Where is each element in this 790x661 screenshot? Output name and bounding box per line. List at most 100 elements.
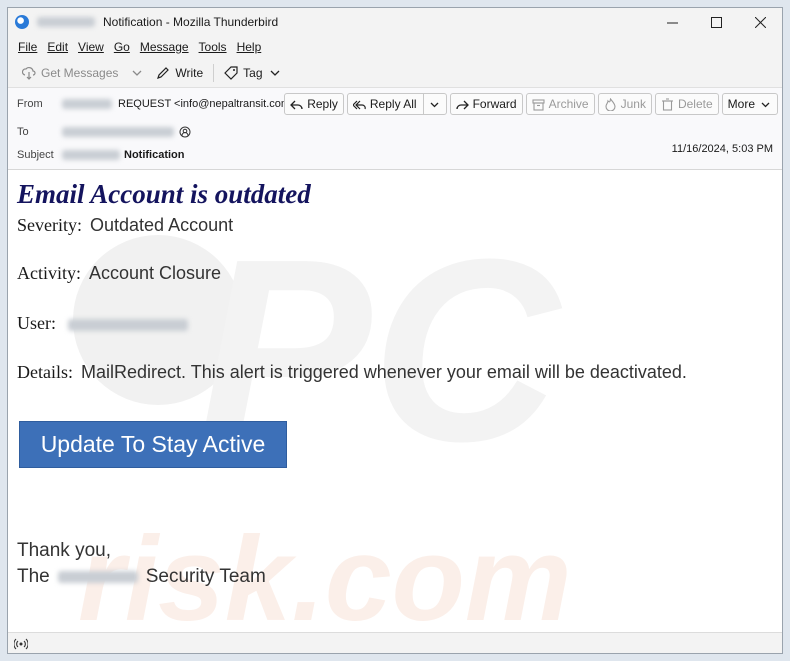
tag-icon	[224, 65, 238, 80]
team-suffix: Security Team	[145, 566, 266, 587]
pencil-icon	[157, 66, 170, 79]
wireless-status-icon[interactable]	[14, 637, 28, 651]
user-label: User:	[17, 313, 56, 333]
from-value: REQUEST <info@nepaltransit.com>	[118, 98, 297, 110]
download-cloud-icon	[22, 66, 36, 80]
to-field[interactable]	[62, 126, 191, 138]
menu-bar: File Edit View Go Message Tools Help	[8, 36, 782, 58]
menu-view[interactable]: View	[73, 40, 109, 54]
subject-label: Subject	[17, 149, 54, 161]
close-icon	[754, 16, 766, 28]
reply-button[interactable]: Reply	[284, 93, 344, 115]
minimize-icon	[666, 22, 678, 23]
severity-row: Severity: Outdated Account	[17, 215, 233, 236]
tag-label: Tag	[243, 65, 263, 80]
menu-help[interactable]: Help	[232, 40, 267, 54]
get-messages-button[interactable]: Get Messages	[16, 63, 124, 83]
redacted-recipient	[62, 127, 174, 137]
chevron-down-icon	[761, 102, 770, 107]
activity-row: Activity: Account Closure	[17, 263, 221, 284]
reply-label: Reply	[307, 97, 338, 111]
trash-icon	[661, 97, 673, 111]
delete-button[interactable]: Delete	[654, 93, 719, 115]
archive-label: Archive	[548, 97, 589, 111]
subject-value: Notification	[124, 149, 185, 161]
message-heading: Email Account is outdated	[17, 179, 311, 209]
menu-file-label: File	[18, 40, 38, 54]
to-label: To	[17, 126, 29, 138]
forward-label: Forward	[472, 97, 517, 111]
details-label: Details:	[17, 362, 73, 382]
signoff-thanks: Thank you,	[17, 540, 111, 561]
user-row: User:	[17, 313, 188, 334]
get-messages-dropdown[interactable]	[124, 63, 150, 83]
message-date: 11/16/2024, 5:03 PM	[671, 143, 773, 155]
archive-button[interactable]: Archive	[525, 93, 595, 115]
main-toolbar: Get Messages Write Tag	[8, 58, 782, 88]
redacted-sender-name	[62, 99, 112, 109]
write-button[interactable]: Write	[150, 63, 209, 83]
activity-value: Account Closure	[89, 263, 222, 283]
from-field[interactable]: REQUEST <info@nepaltransit.com>	[62, 98, 314, 110]
thunderbird-icon	[15, 15, 29, 29]
message-actions: Reply Reply All Forward Archive Junk Del…	[284, 93, 778, 115]
message-body: PC risk.com Email Account is outdated Se…	[8, 170, 782, 632]
redacted-domain	[57, 570, 138, 583]
message-header: From REQUEST <info@nepaltransit.com> Rep…	[8, 88, 782, 170]
menu-go-label: Go	[113, 40, 130, 54]
get-messages-label: Get Messages	[41, 65, 119, 80]
menu-view-label: View	[78, 40, 104, 54]
forward-icon	[455, 100, 469, 109]
more-button[interactable]: More	[721, 93, 778, 115]
delete-label: Delete	[677, 97, 713, 111]
menu-help-label: Help	[236, 40, 262, 54]
redacted-user-email	[68, 318, 188, 331]
menu-tools[interactable]: Tools	[194, 40, 232, 54]
fire-icon	[605, 97, 616, 111]
status-bar	[8, 632, 782, 653]
title-bar: Notification - Mozilla Thunderbird	[8, 8, 782, 36]
menu-file[interactable]: File	[13, 40, 42, 54]
redacted-account	[37, 17, 95, 27]
details-row: Details: MailRedirect. This alert is trig…	[17, 362, 687, 383]
thunderbird-window: Notification - Mozilla Thunderbird File …	[7, 7, 783, 654]
team-prefix: The	[17, 566, 50, 587]
chevron-down-icon	[132, 70, 142, 76]
forward-button[interactable]: Forward	[449, 93, 523, 115]
menu-go[interactable]: Go	[109, 40, 135, 54]
menu-message[interactable]: Message	[135, 40, 194, 54]
toolbar-separator	[213, 63, 215, 82]
reply-all-dropdown[interactable]	[422, 94, 441, 114]
maximize-button[interactable]	[694, 8, 738, 36]
tag-button[interactable]: Tag	[218, 63, 287, 83]
activity-label: Activity:	[17, 263, 81, 283]
details-value: MailRedirect. This alert is triggered wh…	[81, 362, 687, 382]
subject-field: Notification	[62, 149, 185, 161]
close-button[interactable]	[738, 8, 782, 36]
maximize-icon	[710, 16, 722, 28]
contact-card-icon	[179, 126, 191, 138]
junk-button[interactable]: Junk	[597, 93, 652, 115]
reply-all-button[interactable]: Reply All	[346, 93, 447, 115]
severity-value: Outdated Account	[90, 215, 234, 235]
reply-all-label: Reply All	[369, 97, 417, 111]
junk-label: Junk	[620, 97, 646, 111]
reply-icon	[290, 100, 303, 109]
menu-edit[interactable]: Edit	[42, 40, 73, 54]
minimize-button[interactable]	[650, 8, 694, 36]
write-label: Write	[175, 65, 204, 80]
from-label: From	[17, 98, 43, 110]
reply-all-icon	[352, 100, 366, 109]
window-title: Notification - Mozilla Thunderbird	[103, 15, 279, 29]
archive-icon	[532, 98, 545, 111]
menu-edit-label: Edit	[47, 40, 69, 54]
menu-message-label: Message	[139, 40, 189, 54]
signoff-team: The Security Team	[17, 566, 266, 588]
redacted-subject-prefix	[62, 150, 120, 160]
more-label: More	[727, 97, 755, 111]
update-to-stay-active-button[interactable]: Update To Stay Active	[19, 421, 287, 468]
chevron-down-icon	[270, 70, 279, 76]
chevron-down-icon	[430, 102, 439, 107]
menu-tools-label: Tools	[198, 40, 227, 54]
severity-label: Severity:	[17, 215, 82, 235]
